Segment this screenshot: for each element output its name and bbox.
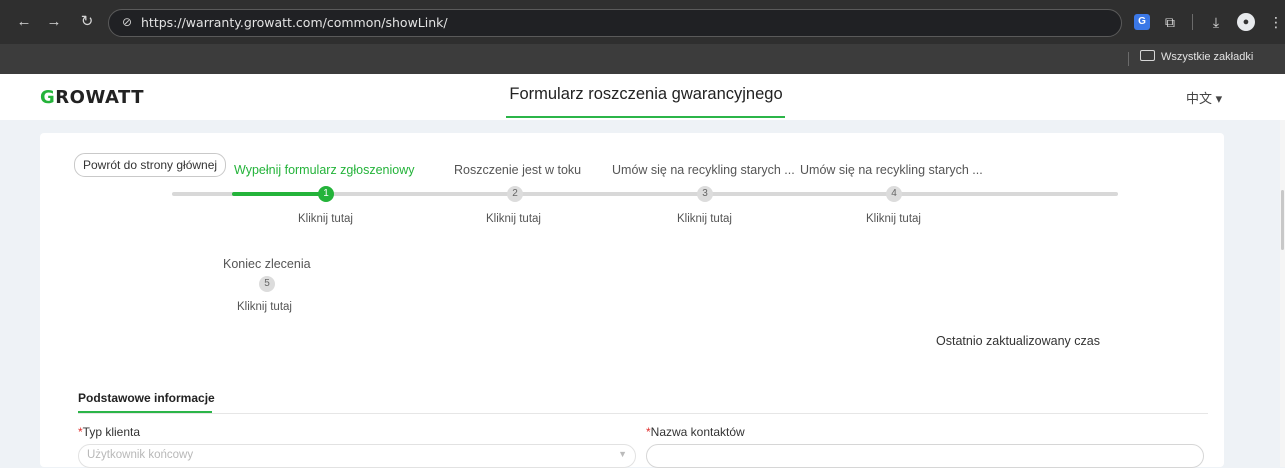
step-2-link[interactable]: Kliknij tutaj [486, 213, 541, 225]
toolbar-divider [1192, 14, 1193, 30]
chevron-down-icon: ▼ [618, 449, 627, 459]
warranty-form-card: Powrót do strony głównej Wypełnij formul… [40, 133, 1224, 468]
steps-track-progress [232, 192, 326, 196]
step-1-title[interactable]: Wypełnij formularz zgłoszeniowy [234, 163, 415, 177]
language-selector[interactable]: 中文 ▾ [1186, 88, 1222, 107]
menu-icon[interactable]: ⋮ [1266, 12, 1285, 32]
address-bar[interactable]: ⊘ https://warranty.growatt.com/common/sh… [108, 9, 1122, 37]
customer-type-placeholder: Użytkownik końcowy [87, 449, 194, 461]
contact-name-label: *Nazwa kontaktów [646, 425, 745, 439]
contact-name-input[interactable] [646, 444, 1204, 468]
site-info-icon[interactable]: ⊘ [119, 14, 135, 30]
reload-icon[interactable]: ↻ [77, 12, 97, 32]
all-bookmarks-button[interactable]: Wszystkie zakładki [1140, 50, 1285, 68]
forward-arrow-icon[interactable]: → [44, 12, 64, 32]
step-4-circle[interactable]: 4 [886, 186, 902, 202]
customer-type-label: *Typ klienta [78, 425, 140, 439]
folder-icon [1140, 50, 1155, 61]
back-to-home-button[interactable]: Powrót do strony głównej [74, 153, 227, 177]
step-1-link[interactable]: Kliknij tutaj [298, 213, 353, 225]
step-5-link[interactable]: Kliknij tutaj [237, 301, 292, 313]
step-3-title[interactable]: Umów się na recykling starych ... [612, 163, 795, 177]
step-1-circle[interactable]: 1 [318, 186, 334, 202]
growatt-logo[interactable]: GROWATT [40, 87, 144, 108]
extensions-icon[interactable]: ⧉ [1160, 12, 1180, 32]
translate-icon[interactable]: G [1134, 14, 1150, 30]
step-2-circle[interactable]: 2 [507, 186, 523, 202]
logo-text: ROWATT [55, 87, 144, 108]
page-scrollbar[interactable] [1280, 120, 1285, 467]
bookmarks-label: Wszystkie zakładki [1161, 51, 1254, 63]
browser-chrome: ← → ↻ ⊘ https://warranty.growatt.com/com… [0, 0, 1285, 74]
logo-initial: G [40, 87, 56, 108]
back-arrow-icon[interactable]: ← [14, 12, 34, 32]
last-updated-label: Ostatnio zaktualizowany czas [936, 334, 1100, 348]
section-divider [78, 413, 1208, 414]
app-header: GROWATT Formularz roszczenia gwarancyjne… [0, 74, 1285, 120]
profile-icon[interactable]: ● [1237, 13, 1255, 31]
address-bar-url[interactable]: https://warranty.growatt.com/common/show… [141, 15, 448, 30]
customer-type-label-text: Typ klienta [82, 425, 141, 439]
step-3-circle[interactable]: 3 [697, 186, 713, 202]
step-5-circle[interactable]: 5 [259, 276, 275, 292]
page-title: Formularz roszczenia gwarancyjnego [509, 85, 783, 103]
contact-name-label-text: Nazwa kontaktów [650, 425, 745, 439]
title-underline [506, 116, 785, 118]
step-4-link[interactable]: Kliknij tutaj [866, 213, 921, 225]
step-5-title[interactable]: Koniec zlecenia [223, 257, 311, 271]
tab-basic-info[interactable]: Podstawowe informacje [78, 391, 215, 405]
bookmarks-divider [1128, 52, 1129, 66]
scrollbar-thumb[interactable] [1281, 190, 1284, 250]
step-3-link[interactable]: Kliknij tutaj [677, 213, 732, 225]
download-icon[interactable]: ⤓ [1206, 12, 1226, 32]
browser-toolbar: ← → ↻ ⊘ https://warranty.growatt.com/com… [0, 0, 1285, 44]
step-4-title[interactable]: Umów się na recykling starych ... [800, 163, 983, 177]
customer-type-select[interactable]: Użytkownik końcowy ▼ [78, 444, 636, 468]
step-2-title[interactable]: Roszczenie jest w toku [454, 163, 581, 177]
